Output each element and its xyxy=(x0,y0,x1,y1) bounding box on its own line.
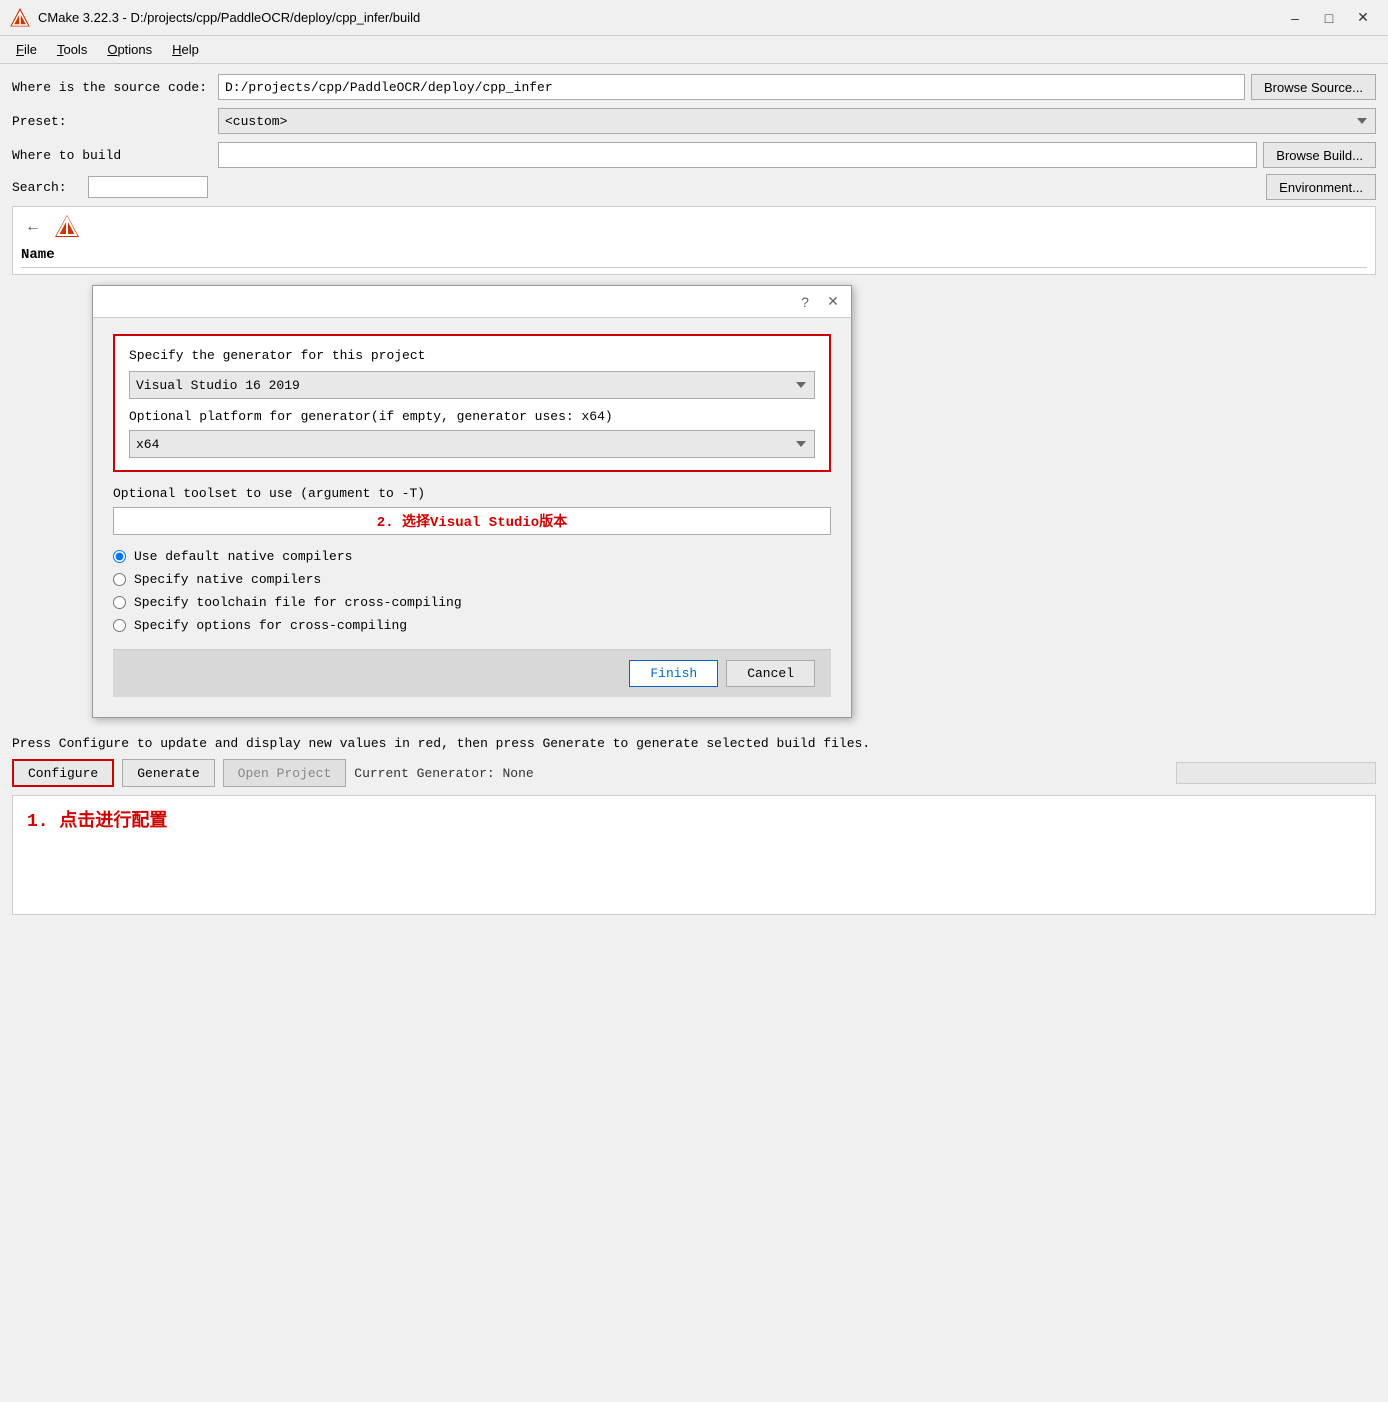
radio-specify-toolchain[interactable]: Specify toolchain file for cross-compili… xyxy=(113,595,831,610)
compiler-radio-group: Use default native compilers Specify nat… xyxy=(113,549,831,633)
close-button[interactable]: ✕ xyxy=(1348,6,1378,30)
search-label: Search: xyxy=(12,180,82,195)
configure-button[interactable]: Configure xyxy=(12,759,114,787)
menu-help[interactable]: Help xyxy=(162,39,209,60)
platform-select[interactable]: x64 x86 ARM ARM64 xyxy=(129,430,815,458)
finish-button[interactable]: Finish xyxy=(629,660,718,687)
radio-specify-cross-label: Specify options for cross-compiling xyxy=(134,618,407,633)
generator-box-title: Specify the generator for this project xyxy=(129,348,815,363)
back-button[interactable]: ← xyxy=(21,216,45,238)
radio-default-native-label: Use default native compilers xyxy=(134,549,352,564)
browse-source-button[interactable]: Browse Source... xyxy=(1251,74,1376,100)
progress-input xyxy=(1176,762,1376,784)
radio-specify-native-label: Specify native compilers xyxy=(134,572,321,587)
radio-default-native-input[interactable] xyxy=(113,550,126,563)
preset-select[interactable]: <custom> xyxy=(218,108,1376,134)
cmake-logo-icon xyxy=(53,213,81,241)
status-text: Press Configure to update and display ne… xyxy=(12,736,1376,751)
source-input[interactable] xyxy=(218,74,1245,100)
menu-tools[interactable]: Tools xyxy=(47,39,97,60)
minimize-button[interactable]: – xyxy=(1280,6,1310,30)
bottom-area: Press Configure to update and display ne… xyxy=(0,728,1388,921)
where-to-build-input[interactable] xyxy=(218,142,1257,168)
output-annotation: 1. 点击进行配置 xyxy=(27,806,1361,832)
toolset-input-wrapper: 2. 选择Visual Studio版本 xyxy=(113,507,831,535)
environment-button[interactable]: Environment... xyxy=(1266,174,1376,200)
title-bar-controls: – □ ✕ xyxy=(1280,6,1378,30)
radio-specify-cross[interactable]: Specify options for cross-compiling xyxy=(113,618,831,633)
radio-specify-toolchain-input[interactable] xyxy=(113,596,126,609)
dialog-footer: Finish Cancel xyxy=(113,649,831,697)
generator-select[interactable]: Visual Studio 16 2019 Visual Studio 17 2… xyxy=(129,371,815,399)
title-bar-title: CMake 3.22.3 - D:/projects/cpp/PaddleOCR… xyxy=(38,10,420,25)
maximize-button[interactable]: □ xyxy=(1314,6,1344,30)
radio-specify-native-input[interactable] xyxy=(113,573,126,586)
dialog-title-icons: ? ✕ xyxy=(793,291,845,313)
menu-options[interactable]: Options xyxy=(97,39,162,60)
bottom-buttons: Configure Generate Open Project Current … xyxy=(12,759,1376,787)
radio-specify-toolchain-label: Specify toolchain file for cross-compili… xyxy=(134,595,462,610)
cmake-icon xyxy=(10,8,30,28)
current-generator-text: Current Generator: None xyxy=(354,766,533,781)
toolset-label: Optional toolset to use (argument to -T) xyxy=(113,486,831,501)
dialog-body: Specify the generator for this project V… xyxy=(93,318,851,717)
name-header: Name xyxy=(21,247,1367,268)
dialog-help-button[interactable]: ? xyxy=(793,291,817,313)
platform-label: Optional platform for generator(if empty… xyxy=(129,409,815,424)
generate-button[interactable]: Generate xyxy=(122,759,214,787)
preset-label: Preset: xyxy=(12,114,212,129)
generator-box: Specify the generator for this project V… xyxy=(113,334,831,472)
radio-default-native[interactable]: Use default native compilers xyxy=(113,549,831,564)
toolset-input[interactable] xyxy=(113,507,831,535)
main-content: Where is the source code: Browse Source.… xyxy=(0,64,1388,728)
title-bar: CMake 3.22.3 - D:/projects/cpp/PaddleOCR… xyxy=(0,0,1388,36)
where-to-build-label: Where to build xyxy=(12,148,212,163)
source-label: Where is the source code: xyxy=(12,80,212,95)
toolset-section: Optional toolset to use (argument to -T)… xyxy=(113,486,831,535)
title-bar-left: CMake 3.22.3 - D:/projects/cpp/PaddleOCR… xyxy=(10,8,420,28)
output-box: 1. 点击进行配置 xyxy=(12,795,1376,915)
dialog-close-button[interactable]: ✕ xyxy=(821,291,845,313)
generator-dialog: ? ✕ Specify the generator for this proje… xyxy=(92,285,852,718)
dialog-title-bar: ? ✕ xyxy=(93,286,851,318)
radio-specify-native[interactable]: Specify native compilers xyxy=(113,572,831,587)
browse-build-button[interactable]: Browse Build... xyxy=(1263,142,1376,168)
open-project-button[interactable]: Open Project xyxy=(223,759,347,787)
menu-file[interactable]: File xyxy=(6,39,47,60)
cancel-button[interactable]: Cancel xyxy=(726,660,815,687)
search-input[interactable] xyxy=(88,176,208,198)
menu-bar: File Tools Options Help xyxy=(0,36,1388,64)
radio-specify-cross-input[interactable] xyxy=(113,619,126,632)
